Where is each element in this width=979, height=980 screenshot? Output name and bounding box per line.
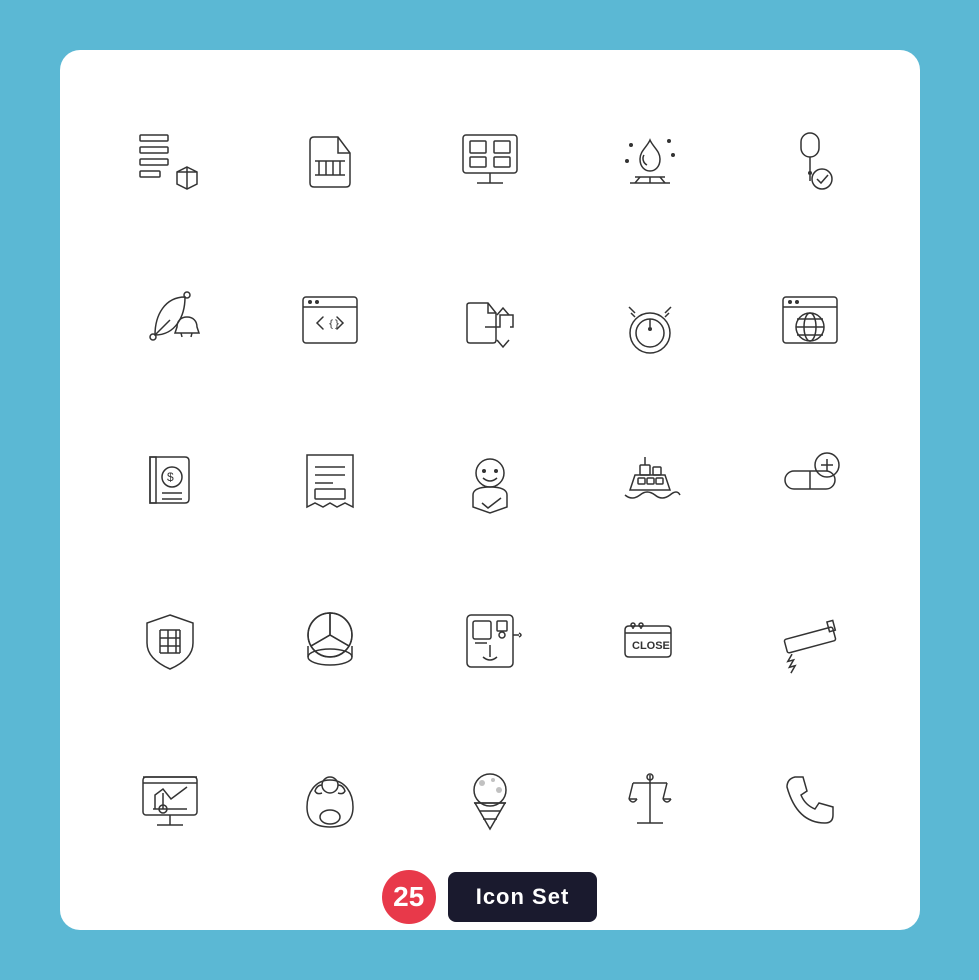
pie-chart-3d-icon bbox=[260, 570, 400, 710]
close-tag-icon: CLOSE bbox=[580, 570, 720, 710]
ice-cream-icon bbox=[420, 730, 560, 870]
campfire-icon bbox=[580, 90, 720, 230]
money-book-icon: $ bbox=[100, 410, 240, 550]
badge-number: 25 bbox=[382, 870, 436, 924]
svg-text:$: $ bbox=[167, 470, 174, 484]
svg-text:{}: {} bbox=[328, 319, 340, 330]
plug-check-icon bbox=[740, 90, 880, 230]
pill-cross-icon bbox=[740, 410, 880, 550]
badge-text: Icon Set bbox=[448, 872, 598, 922]
file-transfer-icon bbox=[420, 250, 560, 390]
phone-icon bbox=[740, 730, 880, 870]
badge-row: 25 Icon Set bbox=[382, 870, 598, 924]
shield-grid-icon bbox=[100, 570, 240, 710]
list-items-icon bbox=[100, 90, 240, 230]
coffee-machine-icon bbox=[420, 570, 560, 710]
leaf-bell-icon bbox=[100, 250, 240, 390]
sd-card-icon bbox=[260, 90, 400, 230]
monitor-grid-icon bbox=[420, 90, 560, 230]
scales-icon bbox=[580, 730, 720, 870]
browser-globe-icon bbox=[740, 250, 880, 390]
browser-code-icon: {} bbox=[260, 250, 400, 390]
bib-icon bbox=[260, 730, 400, 870]
cargo-ship-icon bbox=[580, 410, 720, 550]
icon-grid: {} bbox=[100, 90, 880, 870]
security-face-icon bbox=[420, 410, 560, 550]
saw-icon bbox=[740, 570, 880, 710]
icon-set-card: {} bbox=[60, 50, 920, 930]
receipt-icon bbox=[260, 410, 400, 550]
svg-text:CLOSE: CLOSE bbox=[632, 640, 670, 652]
alarm-bell-icon bbox=[580, 250, 720, 390]
presentation-icon bbox=[100, 730, 240, 870]
